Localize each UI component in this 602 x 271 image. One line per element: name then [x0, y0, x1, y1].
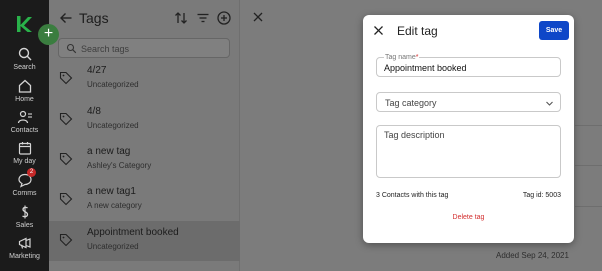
back-arrow-icon[interactable]	[59, 11, 73, 25]
tag-id: Tag id: 5003	[522, 192, 561, 199]
comms-badge: 2	[27, 168, 36, 177]
nav-item-label: Sales	[15, 222, 34, 229]
nav-item-label: Home	[15, 96, 34, 103]
nav-item-sales[interactable]: Sales	[0, 204, 49, 229]
tag-row[interactable]: 4/8 Uncategorized	[49, 100, 240, 140]
tag-icon	[59, 112, 73, 126]
tag-name-field: Tag name*	[376, 54, 561, 77]
nav-item-contacts[interactable]: Contacts	[0, 109, 49, 134]
close-icon[interactable]	[373, 25, 384, 36]
add-circle-icon[interactable]	[216, 10, 232, 26]
tag-category-placeholder: Tag category	[385, 98, 437, 108]
added-date: Added Sep 24, 2021	[496, 251, 569, 260]
keap-logo-icon[interactable]	[14, 14, 34, 34]
modal-title: Edit tag	[397, 24, 438, 38]
tag-name: 4/8	[87, 106, 101, 117]
search-icon	[66, 43, 77, 54]
tag-name: a new tag	[87, 146, 131, 157]
sales-icon	[21, 205, 28, 219]
tags-panel: Tags 4/27 Uncategorized 4/8 Uncategorize…	[49, 0, 240, 271]
search-box	[58, 38, 230, 58]
marketing-icon	[18, 237, 31, 249]
divider	[575, 165, 602, 166]
save-button[interactable]: Save	[539, 21, 569, 40]
page-title: Tags	[79, 10, 109, 26]
divider	[575, 125, 602, 126]
nav-item-label: Marketing	[9, 253, 40, 260]
tag-row-selected[interactable]: Appointment booked Uncategorized	[49, 221, 240, 261]
tag-description-input[interactable]	[384, 130, 554, 174]
search-input[interactable]	[81, 41, 221, 56]
tag-category: Uncategorized	[87, 80, 139, 89]
tag-category: Uncategorized	[87, 242, 139, 251]
tag-name: 4/27	[87, 65, 107, 76]
nav-item-label: Contacts	[10, 127, 39, 134]
home-icon	[18, 79, 31, 93]
sort-icon[interactable]	[173, 10, 189, 26]
tag-row[interactable]: a new tag Ashley's Category	[49, 140, 240, 180]
tag-row[interactable]: a new tag1 A new category	[49, 180, 240, 220]
tag-name-label: Tag name*	[384, 54, 420, 61]
tag-category: Ashley's Category	[87, 161, 152, 170]
search-icon	[18, 47, 31, 61]
edit-tag-modal: Edit tag Save Tag name* Tag category 3 C…	[363, 15, 574, 243]
tag-icon	[59, 152, 73, 166]
nav-item-label: My day	[13, 158, 36, 165]
nav-item-comms[interactable]: 2 Comms	[0, 168, 49, 197]
nav-item-label: Search	[13, 64, 36, 71]
nav-item-marketing[interactable]: Marketing	[0, 235, 49, 260]
tag-icon	[59, 71, 73, 85]
nav-item-my-day[interactable]: My day	[0, 140, 49, 165]
tag-description-field	[376, 125, 561, 178]
contacts-icon	[17, 110, 32, 124]
tag-name: a new tag1	[87, 186, 136, 197]
calendar-icon	[18, 142, 31, 155]
tag-icon	[59, 192, 73, 206]
divider	[575, 206, 602, 207]
tag-name: Appointment booked	[87, 227, 179, 238]
required-marker: *	[415, 54, 419, 61]
tag-category: Uncategorized	[87, 121, 139, 130]
nav-item-home[interactable]: Home	[0, 78, 49, 103]
tags-header: Tags	[49, 0, 240, 36]
nav-item-search[interactable]: Search	[0, 46, 49, 71]
tag-category-select[interactable]: Tag category	[376, 92, 561, 112]
tag-name-input[interactable]	[384, 62, 554, 74]
contacts-count: 3 Contacts with this tag	[376, 192, 449, 199]
add-button[interactable]: +	[38, 24, 59, 45]
nav-item-label: Comms	[12, 190, 37, 197]
chevron-down-icon	[546, 101, 553, 106]
delete-tag-button[interactable]: Delete tag	[363, 214, 574, 221]
tag-category: A new category	[87, 201, 142, 210]
tag-icon	[59, 233, 73, 247]
tag-row[interactable]: 4/27 Uncategorized	[49, 59, 240, 99]
filter-icon[interactable]	[195, 10, 211, 26]
close-icon[interactable]	[252, 11, 264, 23]
